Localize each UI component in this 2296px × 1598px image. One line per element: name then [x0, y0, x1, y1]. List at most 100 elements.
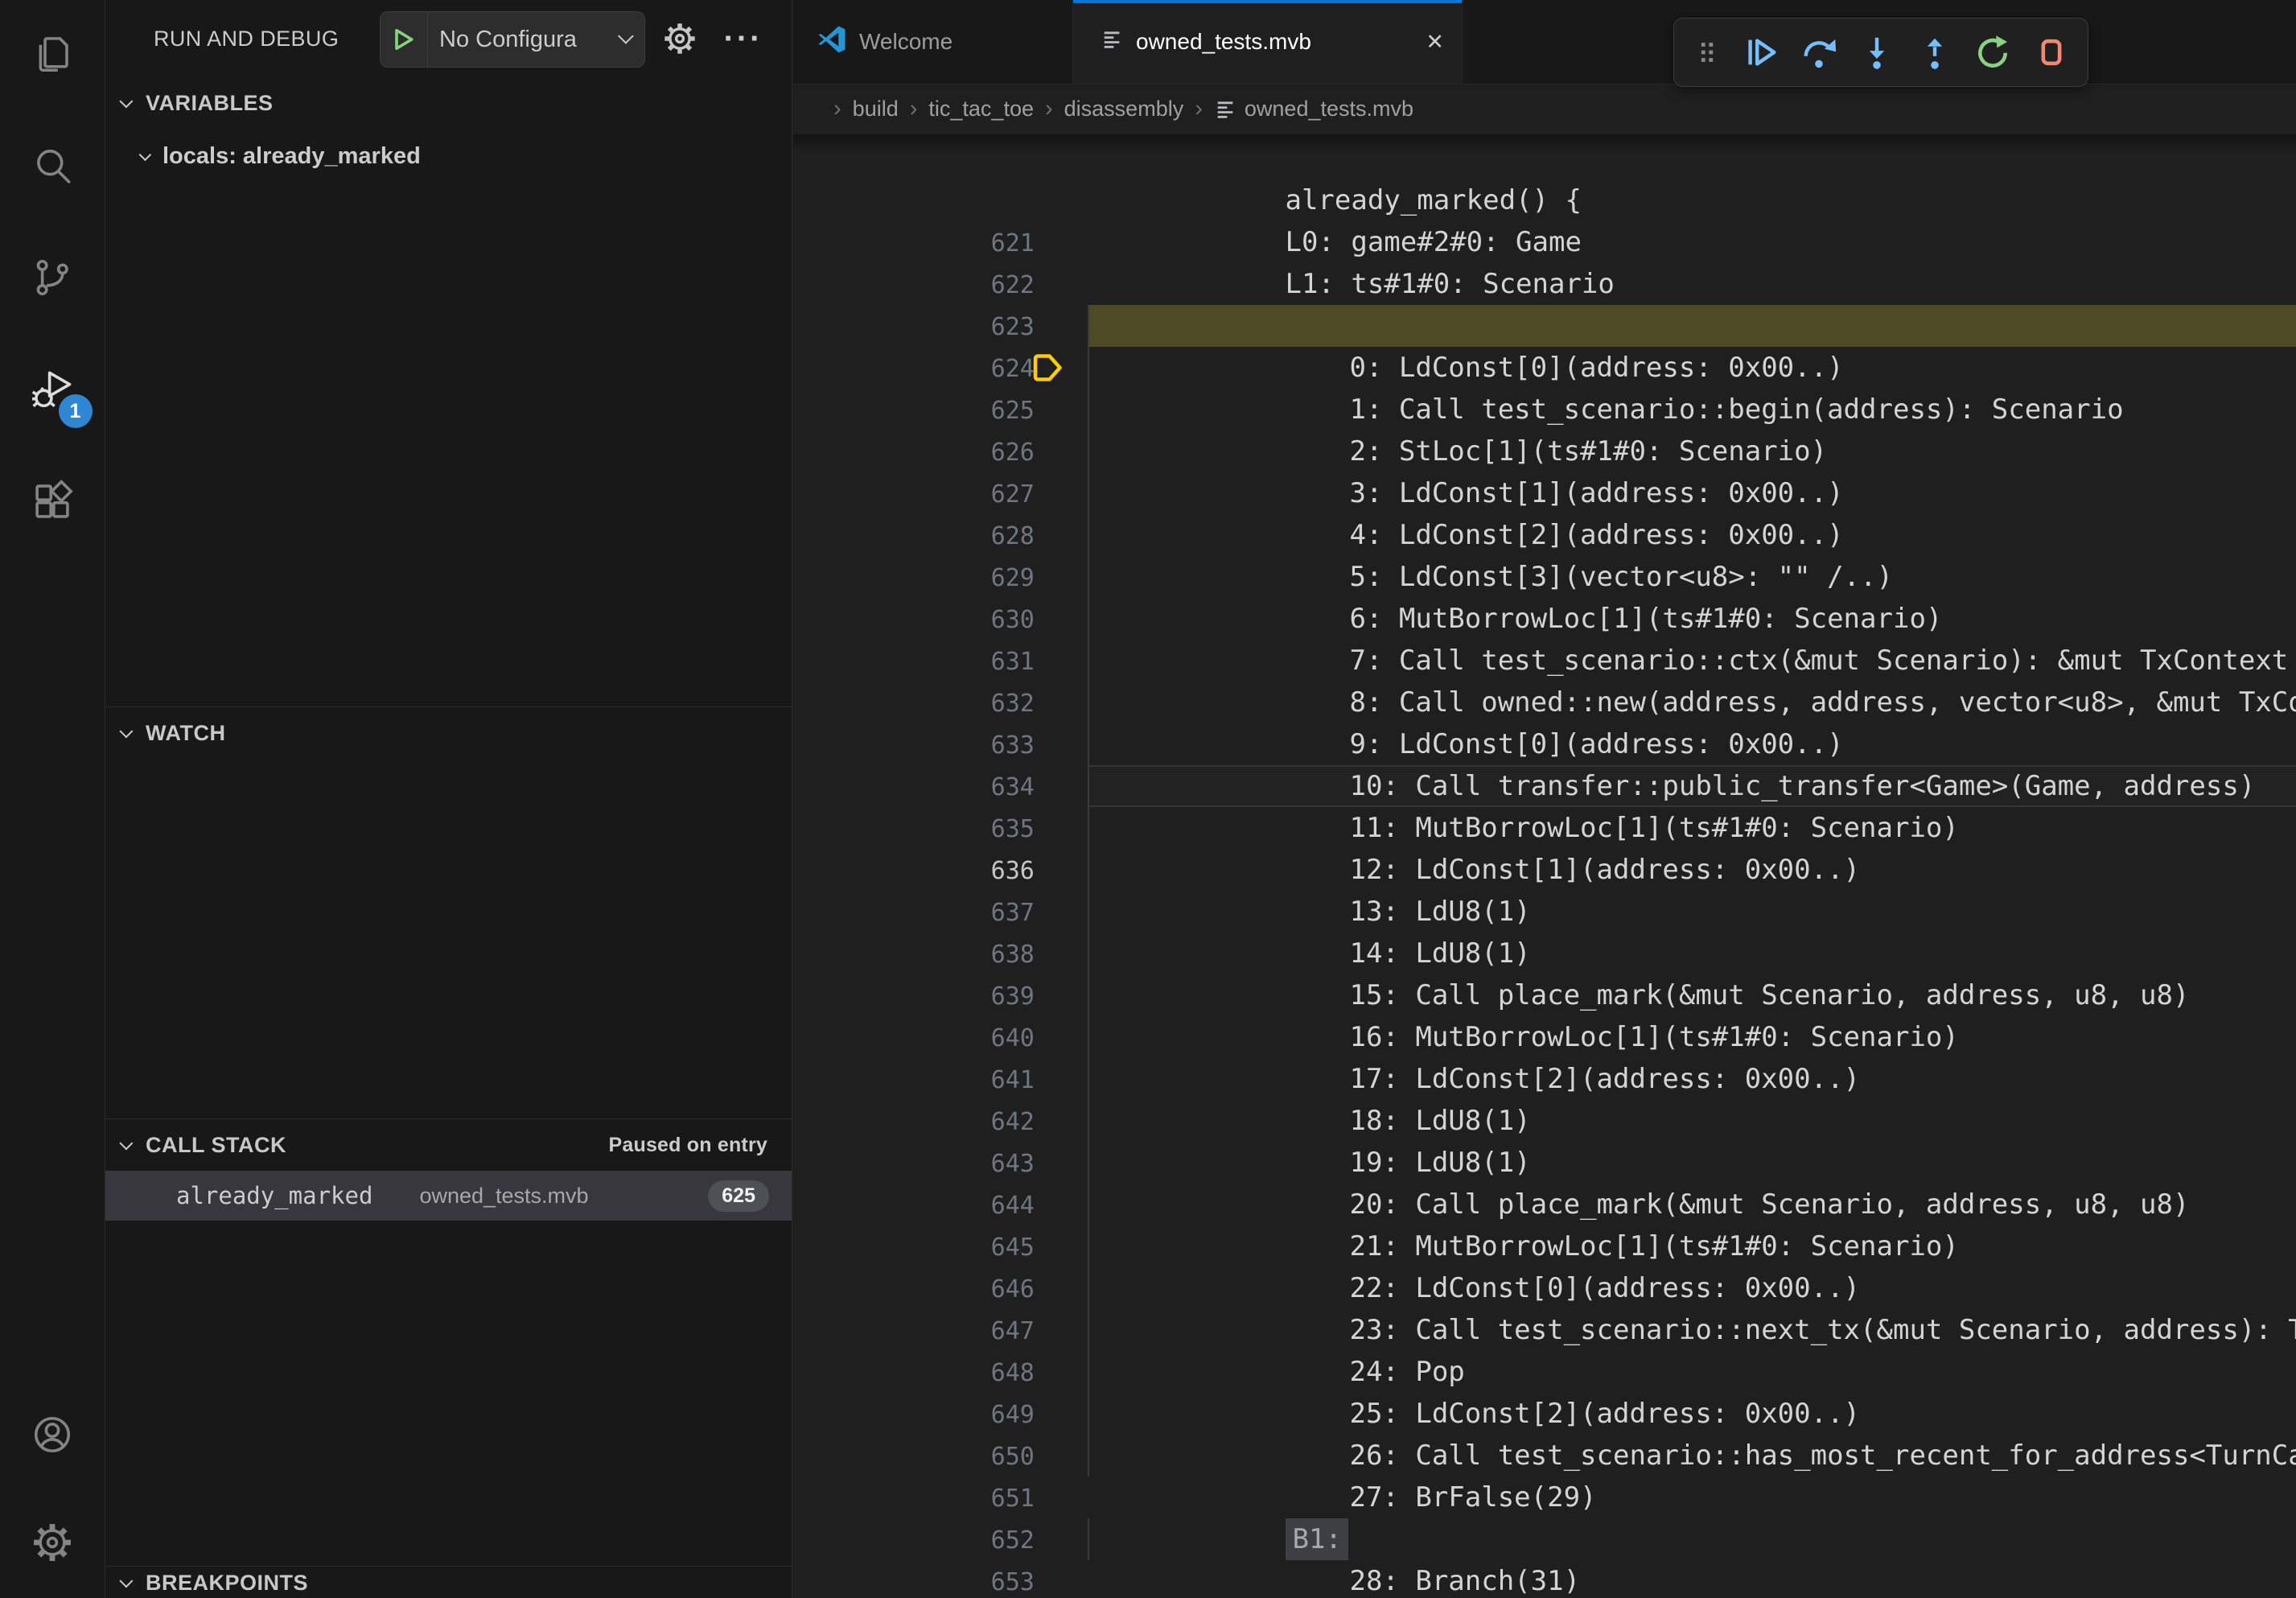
configuration-dropdown[interactable]: No Configura	[428, 27, 622, 53]
gutter[interactable]: 651	[793, 1393, 1088, 1435]
gutter[interactable]: 640	[793, 933, 1088, 974]
code-line: 647 22: LdConst[0](address: 0x00..)	[793, 1225, 2296, 1267]
continue-button[interactable]	[1742, 33, 1780, 72]
gutter[interactable]: 627	[793, 389, 1088, 430]
frame-function-name: already_marked	[176, 1182, 372, 1209]
breadcrumb-item[interactable]: › owned_tests.mvb	[1183, 96, 1413, 122]
gutter[interactable]: 631	[793, 556, 1088, 598]
gutter[interactable]: 643	[793, 1058, 1088, 1100]
breadcrumb-item[interactable]: › build	[822, 96, 899, 122]
tab-welcome[interactable]: Welcome	[793, 0, 1073, 84]
more-actions-icon[interactable]: ···	[715, 14, 772, 63]
file-icon	[1214, 98, 1236, 121]
frame-line-badge: 625	[708, 1180, 769, 1212]
code-line: 623 L1: ts#1#0: Scenario	[793, 221, 2296, 263]
step-out-button[interactable]	[1915, 33, 1954, 72]
gutter[interactable]: 650	[793, 1351, 1088, 1393]
sidebar-item-explorer[interactable]	[0, 0, 105, 112]
gutter[interactable]: 626	[793, 347, 1088, 389]
gutter[interactable]: 641	[793, 974, 1088, 1016]
gutter[interactable]: 646	[793, 1184, 1088, 1225]
gutter[interactable]: 642	[793, 1016, 1088, 1058]
files-icon	[31, 32, 74, 80]
open-launch-json-button[interactable]	[659, 19, 701, 61]
gutter[interactable]: 649	[793, 1309, 1088, 1351]
gutter[interactable]: 654	[793, 1518, 1088, 1560]
code-line: 636 11: MutBorrowLoc[1](ts#1#0: Scenario…	[793, 765, 2296, 807]
code-view: 621 already_marked() { 622	[793, 134, 2296, 1598]
breadcrumb-label: disassembly	[1064, 97, 1184, 121]
sidebar-item-run-and-debug[interactable]: 1	[0, 336, 105, 447]
gutter[interactable]: 629	[793, 472, 1088, 514]
gutter[interactable]: 635	[793, 723, 1088, 765]
breakpoints-header[interactable]: BREAKPOINTS	[105, 1567, 792, 1598]
stop-button[interactable]	[2031, 33, 2070, 72]
code-line: 653 B1:	[793, 1477, 2296, 1518]
editor-area: Welcome owned_tests.mvb ✕ ›	[793, 0, 2296, 1598]
code-line: 630 5: LdConst[3](vector<u8>: "" /..)	[793, 514, 2296, 556]
gutter[interactable]: 637	[793, 807, 1088, 849]
gutter[interactable]: 630	[793, 514, 1088, 556]
gutter[interactable]: 625	[793, 305, 1088, 347]
gutter[interactable]: 652	[793, 1435, 1088, 1477]
variables-scope-row[interactable]: locals: already_marked	[142, 134, 792, 179]
tab-owned-tests[interactable]: owned_tests.mvb ✕	[1073, 0, 1463, 84]
gutter[interactable]: 638	[793, 849, 1088, 891]
sidebar-item-extensions[interactable]	[0, 447, 105, 559]
code-line: 639 14: LdU8(1)	[793, 891, 2296, 933]
sidebar-item-source-control[interactable]	[0, 224, 105, 336]
gutter[interactable]: 623	[793, 221, 1088, 263]
gutter[interactable]: 653	[793, 1477, 1088, 1518]
extensions-icon	[31, 480, 74, 527]
gutter[interactable]: 639	[793, 891, 1088, 933]
call-stack-frame[interactable]: already_marked owned_tests.mvb 625	[105, 1171, 792, 1221]
account-icon	[31, 1413, 74, 1460]
close-icon[interactable]: ✕	[1426, 30, 1444, 55]
gutter[interactable]: 624	[793, 263, 1088, 305]
gutter[interactable]: 633	[793, 640, 1088, 682]
chevron-down-icon	[119, 94, 133, 108]
code-line: 622 L0: game#2#0: Game	[793, 179, 2296, 221]
chevron-right-icon: ›	[899, 96, 929, 122]
gutter[interactable]: 636	[793, 765, 1088, 807]
code-line: 642 17: LdConst[2](address: 0x00..)	[793, 1016, 2296, 1058]
code-line: 644 19: LdU8(1)	[793, 1100, 2296, 1142]
code-line: 627 2: StLoc[1](ts#1#0: Scenario)	[793, 389, 2296, 430]
gutter[interactable]: 632	[793, 598, 1088, 640]
breadcrumb-item[interactable]: › disassembly	[1034, 96, 1183, 122]
call-stack-header[interactable]: CALL STACK Paused on entry	[105, 1119, 792, 1171]
call-stack-section: CALL STACK Paused on entry already_marke…	[105, 1118, 792, 1566]
gutter[interactable]: 634	[793, 682, 1088, 723]
breadcrumb-label: owned_tests.mvb	[1245, 97, 1413, 121]
accounts-button[interactable]	[0, 1382, 105, 1490]
chevron-down-icon	[139, 148, 152, 161]
code-line: 626 1: Call test_scenario::begin(address…	[793, 347, 2296, 389]
breadcrumb-item[interactable]: › tic_tac_toe	[899, 96, 1034, 122]
step-over-button[interactable]	[1800, 33, 1838, 72]
chevron-right-icon: ›	[1034, 96, 1064, 122]
gutter[interactable]: 647	[793, 1225, 1088, 1267]
step-into-button[interactable]	[1858, 33, 1896, 72]
code-line: 655 B2:	[793, 1560, 2296, 1598]
gutter[interactable]: 645	[793, 1142, 1088, 1184]
chevron-right-icon: ›	[822, 96, 853, 122]
start-debugging-button[interactable]	[381, 12, 427, 67]
gutter[interactable]: 644	[793, 1100, 1088, 1142]
gutter[interactable]: 621	[793, 138, 1088, 179]
run-and-debug-sidebar: RUN AND DEBUG No Configura	[105, 0, 792, 1598]
code-line: 635 10: Call transfer::public_transfer<G…	[793, 723, 2296, 765]
sidebar-item-search[interactable]	[0, 112, 105, 224]
restart-button[interactable]	[1973, 33, 2012, 72]
gutter[interactable]: 622	[793, 179, 1088, 221]
chevron-down-icon[interactable]	[622, 32, 633, 47]
variables-header[interactable]: VARIABLES	[105, 77, 792, 129]
gutter[interactable]: 648	[793, 1267, 1088, 1309]
code-line: 631 6: MutBorrowLoc[1](ts#1#0: Scenario)	[793, 556, 2296, 598]
code-line: 641 16: MutBorrowLoc[1](ts#1#0: Scenario…	[793, 974, 2296, 1016]
drag-handle-icon[interactable]	[1692, 33, 1722, 72]
watch-header[interactable]: WATCH	[105, 707, 792, 759]
manage-button[interactable]	[0, 1490, 105, 1598]
code-line: 638 13: LdU8(1)	[793, 849, 2296, 891]
gutter[interactable]: 628	[793, 430, 1088, 472]
gutter[interactable]: 655	[793, 1560, 1088, 1598]
